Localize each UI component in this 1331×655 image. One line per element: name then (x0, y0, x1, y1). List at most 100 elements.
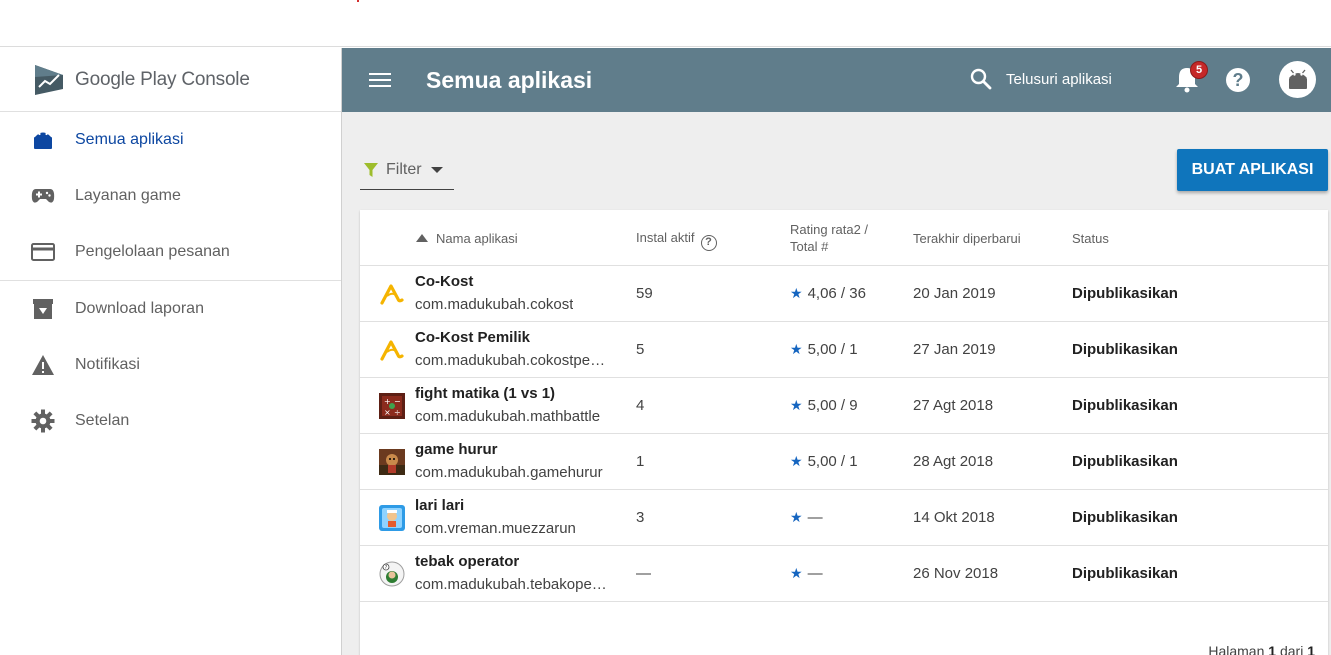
column-header-label: Total # (790, 239, 829, 254)
android-icon (31, 128, 55, 152)
rating-value: 5,00 / 1 (807, 453, 858, 470)
sidebar-item-label: Download laporan (75, 300, 204, 317)
last-updated: 26 Nov 2018 (913, 565, 999, 582)
star-icon: ★ (790, 453, 803, 469)
download-box-icon (31, 297, 55, 321)
last-updated: 14 Okt 2018 (913, 509, 995, 526)
star-icon: ★ (790, 565, 803, 581)
rating-cell: ★ — (790, 509, 823, 526)
rating-cell: ★ 5,00 / 1 (790, 453, 858, 470)
page-title: Semua aplikasi (426, 66, 593, 93)
column-header-label: Rating rata2 / (790, 222, 869, 237)
sidebar-item-semua-aplikasi[interactable]: Semua aplikasi (0, 112, 341, 168)
status-text: Dipublikasikan (1072, 285, 1178, 302)
sidebar-item-download-laporan[interactable]: Download laporan (0, 281, 341, 337)
search-icon (970, 68, 992, 90)
svg-text:×: × (384, 408, 391, 417)
table-row[interactable]: Co-Kost Pemilik com.madukubah.cokostpe… … (360, 322, 1328, 378)
last-updated: 27 Jan 2019 (913, 341, 996, 358)
rating-cell: ★ 5,00 / 1 (790, 341, 858, 358)
brand-header[interactable]: Google Play Console (0, 48, 341, 112)
app-package: com.madukubah.cokost (415, 296, 574, 313)
main-content: Filter BUAT APLIKASI Nama aplikasi Insta… (342, 112, 1331, 655)
active-installs: 3 (636, 509, 645, 526)
star-icon: ★ (790, 509, 803, 525)
help-circle-icon[interactable]: ? (700, 234, 717, 251)
app-name: fight matika (1 vs 1) (415, 385, 556, 402)
app-package: com.madukubah.cokostpe… (415, 352, 606, 369)
pager-current: 1 (1268, 643, 1277, 655)
svg-text:?: ? (385, 565, 388, 571)
star-icon: ★ (790, 397, 803, 413)
table-row[interactable]: + − × ÷ fight matika (1 vs 1) com.madukubah… (360, 378, 1328, 434)
column-header-label: Terakhir diperbarui (913, 231, 1021, 246)
pager-middle: dari (1279, 643, 1304, 655)
sidebar-item-label: Layanan game (75, 187, 181, 204)
app-bar: Semua aplikasi Telusuri aplikasi 5 ? (342, 48, 1331, 112)
active-installs: 5 (636, 341, 645, 358)
table-row[interactable]: lari lari com.vreman.muezzarun 3 ★ — 14 O… (360, 490, 1328, 546)
brand-name: Google Play Console (75, 68, 250, 90)
gear-icon (31, 409, 55, 433)
table-row[interactable]: Co-Kost com.madukubah.cokost 59 ★ 4,06 / … (360, 266, 1328, 322)
column-header-label: Status (1072, 231, 1109, 246)
app-cokost-pemilik-icon (380, 340, 404, 361)
app-cokost-icon (380, 284, 404, 305)
column-header-name[interactable]: Nama aplikasi (416, 230, 518, 247)
sidebar-item-label: Pengelolaan pesanan (75, 243, 230, 260)
sidebar-item-notifikasi[interactable]: Notifikasi (0, 337, 341, 393)
account-avatar[interactable] (1279, 61, 1316, 98)
app-name: lari lari (415, 497, 465, 514)
gamepad-icon (31, 184, 55, 208)
table-row[interactable]: game hurur com.madukubah.gamehurur 1 ★ 5,… (360, 434, 1328, 490)
search-label: Telusuri aplikasi (1006, 70, 1112, 88)
svg-text:−: − (394, 397, 401, 406)
sidebar-item-setelan[interactable]: Setelan (0, 393, 341, 449)
app-package: com.madukubah.tebakoper… (415, 576, 607, 593)
last-updated: 20 Jan 2019 (913, 285, 996, 302)
app-name: tebak operator (415, 553, 520, 570)
sidebar-nav: Semua aplikasi Layanan game Pengelolaan … (0, 112, 341, 449)
column-header-status[interactable]: Status (1072, 230, 1109, 247)
sidebar-item-label: Semua aplikasi (75, 131, 184, 148)
search-button[interactable]: Telusuri aplikasi (970, 68, 1112, 90)
column-header-installs[interactable]: Instal aktif? (636, 229, 717, 251)
help-icon[interactable]: ? (1226, 68, 1250, 92)
browser-top-area (0, 0, 1331, 47)
app-game-hurur-icon (379, 449, 405, 475)
app-package: com.vreman.muezzarun (415, 520, 576, 537)
rating-cell: ★ 5,00 / 9 (790, 397, 858, 414)
rating-value: 5,00 / 1 (807, 341, 858, 358)
column-header-label: Instal aktif (636, 230, 695, 245)
filter-dropdown[interactable]: Filter (360, 150, 454, 190)
star-icon: ★ (790, 285, 803, 301)
app-name: Co-Kost (415, 273, 474, 290)
credit-card-icon (31, 240, 55, 264)
status-text: Dipublikasikan (1072, 509, 1178, 526)
svg-text:÷: ÷ (394, 408, 401, 417)
rating-cell: ★ — (790, 565, 823, 582)
app-lari-lari-icon (379, 505, 405, 531)
column-header-rating[interactable]: Rating rata2 / Total # (790, 221, 868, 255)
sidebar: Google Play Console Semua aplikasi Layan… (0, 48, 342, 655)
sidebar-item-label: Setelan (75, 412, 130, 429)
app-name: game hurur (415, 441, 498, 458)
pagination: Halaman 1 dari 1 (1208, 643, 1315, 655)
create-app-button[interactable]: BUAT APLIKASI (1177, 149, 1328, 191)
rating-cell: ★ 4,06 / 36 (790, 285, 866, 302)
sidebar-item-layanan-game[interactable]: Layanan game (0, 168, 341, 224)
notification-count-badge: 5 (1190, 61, 1208, 79)
android-avatar-icon (1288, 69, 1307, 89)
filter-label: Filter (386, 160, 422, 178)
app-package: com.madukubah.mathbattle (415, 408, 601, 425)
status-text: Dipublikasikan (1072, 453, 1178, 470)
apps-table: Nama aplikasi Instal aktif? Rating rata2… (360, 210, 1328, 655)
table-row[interactable]: ? tebak operator com.madukubah.tebakoper… (360, 546, 1328, 602)
rating-value: 5,00 / 9 (807, 397, 858, 414)
sidebar-item-pengelolaan-pesanan[interactable]: Pengelolaan pesanan (0, 224, 341, 280)
rating-value: — (807, 509, 823, 526)
active-installs: 59 (636, 285, 653, 302)
column-header-updated[interactable]: Terakhir diperbarui (913, 230, 1021, 247)
hamburger-menu-icon[interactable] (369, 68, 393, 92)
warning-icon (31, 353, 55, 377)
